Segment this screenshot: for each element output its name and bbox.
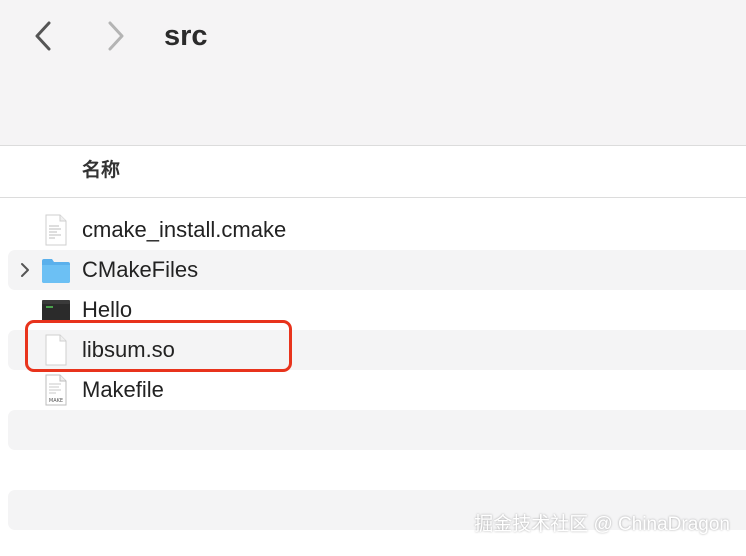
- blank-document-icon: [45, 334, 67, 366]
- forward-button[interactable]: [101, 18, 131, 54]
- file-name: Makefile: [82, 377, 164, 402]
- empty-row-stripe: [8, 410, 746, 450]
- folder-icon: [42, 259, 70, 283]
- chevron-right-icon: [108, 21, 124, 51]
- makefile-icon: MAKE: [45, 374, 67, 406]
- column-header-name[interactable]: 名称: [82, 158, 120, 184]
- watermark: 掘金技术社区 @ ChinaDragon: [474, 514, 730, 535]
- folder-row[interactable]: CMakeFiles: [8, 250, 746, 290]
- disclosure-triangle[interactable]: [18, 261, 32, 279]
- chevron-left-icon: [35, 21, 51, 51]
- file-row[interactable]: MAKE Makefile: [0, 370, 746, 410]
- makefile-icon-text: MAKE: [49, 398, 63, 404]
- file-name: CMakeFiles: [82, 257, 199, 282]
- document-icon: [45, 214, 67, 246]
- file-name: libsum.so: [82, 337, 175, 362]
- back-button[interactable]: [28, 18, 58, 54]
- executable-icon: [42, 300, 70, 322]
- column-header-bar: 名称: [0, 145, 746, 198]
- file-name: Hello: [82, 297, 133, 322]
- file-row[interactable]: libsum.so: [8, 330, 746, 370]
- finder-toolbar: src: [0, 0, 746, 145]
- window-title: src: [164, 20, 208, 52]
- file-row[interactable]: Hello: [0, 290, 746, 330]
- file-name: cmake_install.cmake: [82, 217, 287, 242]
- chevron-right-icon: [21, 263, 29, 277]
- file-row[interactable]: cmake_install.cmake: [0, 210, 746, 250]
